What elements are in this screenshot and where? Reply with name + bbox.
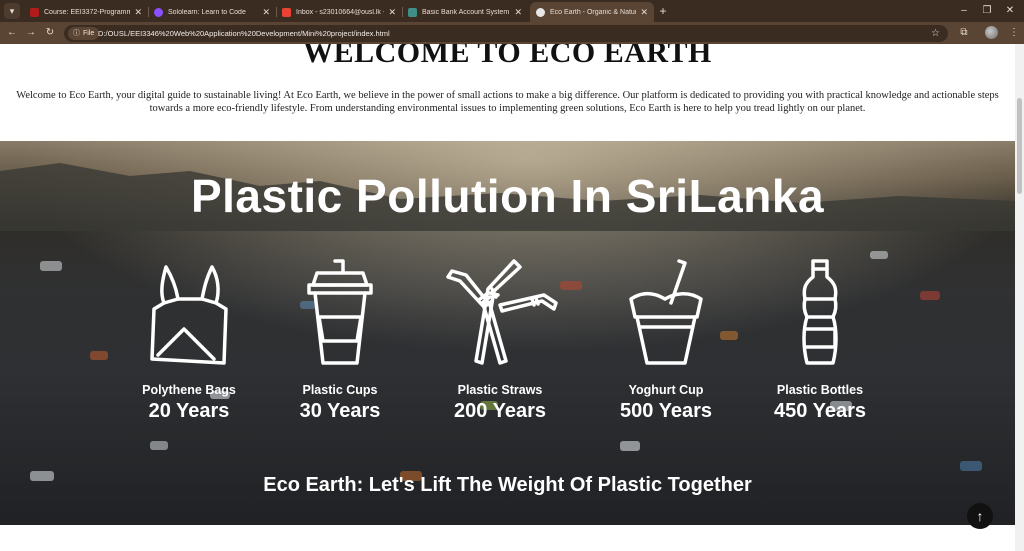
menu-kebab-icon[interactable]: ⋮ <box>1006 25 1022 41</box>
tab-search-button[interactable]: ▾ <box>4 3 20 19</box>
item-label: Plastic Bottles <box>776 383 864 397</box>
tab-title: Eco Earth - Organic & Natural <box>550 8 637 16</box>
sololearn-favicon-icon <box>154 7 163 17</box>
page-viewport: WELCOME TO ECO EARTH Welcome to Eco Eart… <box>0 44 1015 551</box>
back-arrow-icon[interactable]: ← <box>4 25 20 41</box>
tab-title: Basic Bank Account System <box>422 8 510 16</box>
hero-title: Plastic Pollution In SriLanka <box>190 170 825 222</box>
item-label: Yoghurt Cup <box>628 383 704 397</box>
plastic-item-polythene-bags: Polythene Bags 20 Years <box>109 259 269 422</box>
close-tab-icon[interactable]: ✕ <box>388 7 396 18</box>
item-years: 200 Years <box>454 400 546 422</box>
item-years: 450 Years <box>774 400 866 422</box>
browser-tab[interactable]: Course: EEI3372-Programming ✕ <box>24 2 149 22</box>
hero-tagline: Eco Earth: Let's Lift The Weight Of Plas… <box>263 474 752 496</box>
close-tab-icon[interactable]: ✕ <box>262 7 270 18</box>
forward-arrow-icon[interactable]: → <box>23 25 39 41</box>
item-years: 500 Years <box>620 400 712 422</box>
item-years: 30 Years <box>299 400 381 422</box>
item-label: Plastic Cups <box>302 383 378 397</box>
arrow-up-icon: ↑ <box>976 508 984 524</box>
close-window-icon[interactable]: ✕ <box>996 0 1024 22</box>
tab-title: Sololearn: Learn to Code <box>168 8 246 16</box>
profile-avatar[interactable] <box>985 26 998 39</box>
address-bar[interactable]: ⓘ File D:/OUSL/EEI3346%20Web%20Applicati… <box>64 25 948 42</box>
plastic-cup-icon <box>307 259 373 365</box>
browser-toolbar: ← → ↻ ⓘ File D:/OUSL/EEI3346%20Web%20App… <box>0 22 1024 44</box>
yoghurt-cup-icon <box>629 259 703 365</box>
item-label: Plastic Straws <box>457 383 543 397</box>
plastic-item-plastic-cups: Plastic Cups 30 Years <box>260 259 420 422</box>
intro-paragraph: Welcome to Eco Earth, your digital guide… <box>16 90 999 114</box>
item-years: 20 Years <box>148 400 230 422</box>
page-title: WELCOME TO ECO EARTH <box>303 44 712 69</box>
page-favicon-icon <box>408 7 417 17</box>
plastic-bag-icon <box>150 265 228 365</box>
info-icon: ⓘ <box>73 30 80 37</box>
browser-tab[interactable]: Sololearn: Learn to Code ✕ <box>148 2 277 22</box>
reload-icon[interactable]: ↻ <box>42 25 58 41</box>
scroll-to-top-button[interactable]: ↑ <box>967 503 993 529</box>
tab-title: Course: EEI3372-Programming <box>44 8 131 16</box>
plastic-pollution-hero: Plastic Pollution In SriLanka Polythene … <box>0 141 1015 525</box>
plastic-straws-icon <box>446 259 558 365</box>
plastic-item-plastic-bottles: Plastic Bottles 450 Years <box>740 259 900 422</box>
close-tab-icon[interactable]: ✕ <box>514 7 522 18</box>
close-tab-icon[interactable]: ✕ <box>640 7 648 18</box>
close-tab-icon[interactable]: ✕ <box>134 7 142 18</box>
browser-tab-active[interactable]: Eco Earth - Organic & Natural ✕ <box>530 2 654 22</box>
scrollbar-thumb[interactable] <box>1017 98 1022 194</box>
browser-tab[interactable]: Inbox - s23010664@ousl.lk - T ✕ <box>276 2 403 22</box>
tab-title: Inbox - s23010664@ousl.lk - T <box>296 8 385 16</box>
plastic-item-yoghurt-cup: Yoghurt Cup 500 Years <box>586 259 746 422</box>
browser-tab-bar: ▾ Course: EEI3372-Programming ✕ Sololear… <box>0 0 1024 22</box>
item-label: Polythene Bags <box>142 383 236 397</box>
file-chip-label: File <box>83 30 95 37</box>
url-text[interactable]: D:/OUSL/EEI3346%20Web%20Application%20De… <box>98 25 390 42</box>
gmail-favicon-icon <box>282 7 291 17</box>
browser-tab[interactable]: Basic Bank Account System ✕ <box>402 2 528 22</box>
globe-favicon-icon <box>536 7 545 17</box>
extensions-icon[interactable]: ⧉ <box>956 25 972 41</box>
file-chip[interactable]: ⓘ File <box>68 27 100 40</box>
moodle-favicon-icon <box>30 7 39 17</box>
new-tab-button[interactable]: + <box>656 3 670 19</box>
plastic-item-plastic-straws: Plastic Straws 200 Years <box>420 259 580 422</box>
page-scrollbar[interactable] <box>1015 44 1024 551</box>
bookmark-star-icon[interactable]: ☆ <box>931 25 940 42</box>
plastic-bottle-icon <box>802 259 838 365</box>
